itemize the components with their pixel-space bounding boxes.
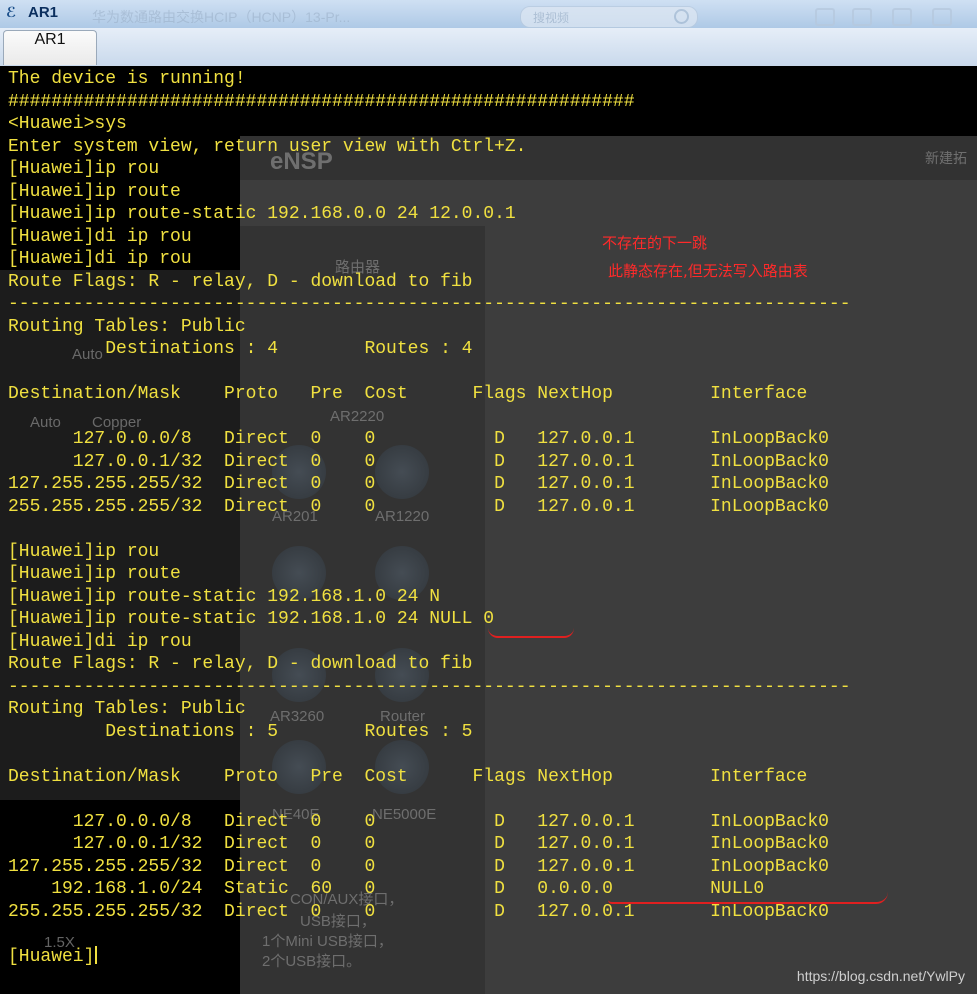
terminal-line: 127.255.255.255/32 Direct 0 0 D 127.0.0.… xyxy=(8,856,829,877)
watermark: https://blog.csdn.net/YwlPy xyxy=(796,968,965,984)
terminal-line: [Huawei]di ip rou xyxy=(8,226,192,247)
terminal-line: [Huawei]ip route xyxy=(8,564,181,584)
phone-icon[interactable] xyxy=(815,8,835,26)
search-placeholder: 搜视频 xyxy=(533,11,570,25)
background-topology-label: 新建拓 xyxy=(925,150,967,166)
terminal-line: [Huawei]ip route-static 192.168.1.0 24 N xyxy=(8,586,441,607)
annotation-underline-static-route xyxy=(608,892,888,904)
terminal-line: 127.0.0.0/8 Direct 0 0 D 127.0.0.1 InLoo… xyxy=(8,429,829,449)
terminal-line: Destination/Mask Proto Pre Cost Flags Ne… xyxy=(8,766,808,787)
background-video-title: 华为数通路由交换HCIP（HCNP）13-Pr... xyxy=(92,9,351,25)
terminal-line: [Huawei]ip route-static 192.168.0.0 24 1… xyxy=(8,204,516,224)
annotation-note-nonexistent-nexthop: 不存在的下一跳 xyxy=(602,234,708,252)
terminal-line: Enter system view, return user view with… xyxy=(8,136,527,157)
terminal-line: [Huawei]ip rou xyxy=(8,159,160,179)
tab-ar1[interactable]: AR1 xyxy=(3,30,97,65)
terminal-line: Destinations : 4 Routes : 4 xyxy=(8,339,473,359)
terminal-line: 255.255.255.255/32 Direct 0 0 D 127.0.0.… xyxy=(8,496,829,517)
terminal-output: The device is running! ##################… xyxy=(8,68,851,968)
app-title: AR1 xyxy=(28,4,59,21)
annotation-note-not-in-table: 此静态存在,但无法写入路由表 xyxy=(608,262,808,280)
terminal-line: 127.0.0.1/32 Direct 0 0 D 127.0.0.1 InLo… xyxy=(8,834,829,854)
terminal-line: [Huawei]di ip rou xyxy=(8,631,192,652)
tab-bar: AR1 xyxy=(0,28,977,66)
annotation-underline-null xyxy=(488,628,574,638)
search-input[interactable]: 搜视频 xyxy=(520,6,698,28)
window-titlebar: ℰ AR1 华为数通路由交换HCIP（HCNP）13-Pr... 搜视频 xyxy=(0,0,977,29)
terminal-line: [Huawei] xyxy=(8,945,851,969)
terminal-line: 127.255.255.255/32 Direct 0 0 D 127.0.0.… xyxy=(8,474,829,494)
settings-icon[interactable] xyxy=(892,8,912,26)
terminal-line: Routing Tables: Public xyxy=(8,699,246,719)
shirt-icon[interactable] xyxy=(932,8,952,26)
terminal-line: Destination/Mask Proto Pre Cost Flags Ne… xyxy=(8,384,808,404)
terminal-line: ----------------------------------------… xyxy=(8,294,851,314)
terminal-line: ----------------------------------------… xyxy=(8,676,851,697)
terminal-line: The device is running! xyxy=(8,69,246,89)
search-icon[interactable] xyxy=(674,9,689,24)
bell-icon[interactable] xyxy=(852,8,872,26)
terminal-line: Routing Tables: Public xyxy=(8,316,246,337)
terminal-line: ########################################… xyxy=(8,91,635,112)
app-logo-icon: ℰ xyxy=(6,5,17,21)
terminal-line: Destinations : 5 Routes : 5 xyxy=(8,721,473,742)
terminal-line: <Huawei>sys xyxy=(8,114,127,134)
terminal-line: [Huawei]ip route-static 192.168.1.0 24 N… xyxy=(8,609,495,629)
terminal-line: [Huawei]ip rou xyxy=(8,541,160,562)
terminal-line: [Huawei]ip route xyxy=(8,181,181,202)
terminal-line: 127.0.0.0/8 Direct 0 0 D 127.0.0.1 InLoo… xyxy=(8,811,829,832)
terminal-line: Route Flags: R - relay, D - download to … xyxy=(8,654,473,674)
text-cursor xyxy=(95,945,98,964)
terminal-line: 127.0.0.1/32 Direct 0 0 D 127.0.0.1 InLo… xyxy=(8,451,829,472)
